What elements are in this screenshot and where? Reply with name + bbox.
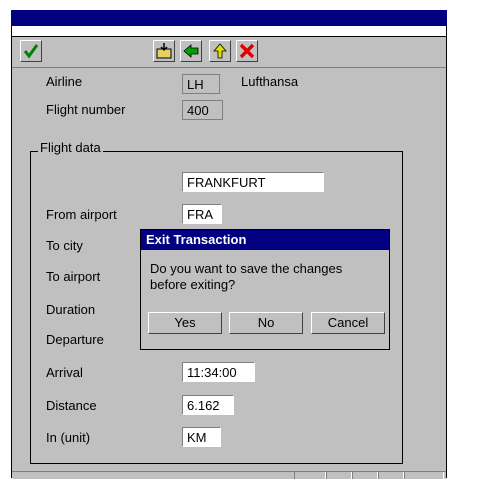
dialog-cancel-button[interactable]: Cancel	[311, 312, 385, 334]
exit-button[interactable]	[209, 40, 231, 62]
flight-number-field[interactable]: 400	[182, 100, 223, 120]
yes-button[interactable]: Yes	[148, 312, 222, 334]
status-bar	[12, 471, 446, 479]
window-titlebar	[11, 10, 447, 26]
unit-field[interactable]: KM	[182, 427, 221, 447]
status-segment	[404, 472, 444, 479]
back-button[interactable]	[180, 40, 202, 62]
group-title: Flight data	[38, 140, 103, 155]
airline-label: Airline	[46, 74, 83, 89]
status-segment	[378, 472, 404, 479]
distance-field[interactable]: 6.162	[182, 395, 234, 415]
dialog-message: Do you want to save the changes before e…	[150, 261, 343, 292]
flight-number-label: Flight number	[46, 102, 126, 117]
from-airport-field[interactable]: FRA	[182, 204, 222, 224]
duration-label: Duration	[46, 302, 96, 317]
save-folder-icon	[156, 43, 172, 59]
status-segment	[326, 472, 352, 479]
status-segment	[294, 472, 326, 479]
exit-transaction-dialog: Exit Transaction Do you want to save the…	[140, 229, 390, 350]
airline-code-field[interactable]: LH	[182, 74, 220, 94]
back-arrow-icon	[183, 44, 199, 58]
from-airport-label: From airport	[46, 207, 117, 222]
distance-label: Distance	[46, 398, 97, 413]
cancel-button[interactable]	[236, 40, 258, 62]
from-city-field[interactable]: FRANKFURT	[182, 172, 324, 192]
to-airport-label: To airport	[46, 269, 101, 284]
to-city-label: To city	[46, 238, 83, 253]
toolbar	[12, 37, 446, 68]
arrival-field[interactable]: 11:34:00	[182, 362, 255, 382]
menu-bar	[12, 26, 446, 37]
airline-name: Lufthansa	[241, 74, 299, 89]
checkmark-icon	[23, 44, 39, 59]
unit-label: In (unit)	[46, 430, 91, 445]
departure-label: Departure	[46, 332, 104, 347]
no-button[interactable]: No	[229, 312, 303, 334]
cancel-x-icon	[239, 43, 255, 59]
up-arrow-icon	[213, 43, 227, 59]
arrival-label: Arrival	[46, 365, 83, 380]
enter-button[interactable]	[20, 40, 42, 62]
save-button[interactable]	[153, 40, 175, 62]
status-segment	[352, 472, 378, 479]
dialog-title: Exit Transaction	[141, 230, 389, 250]
